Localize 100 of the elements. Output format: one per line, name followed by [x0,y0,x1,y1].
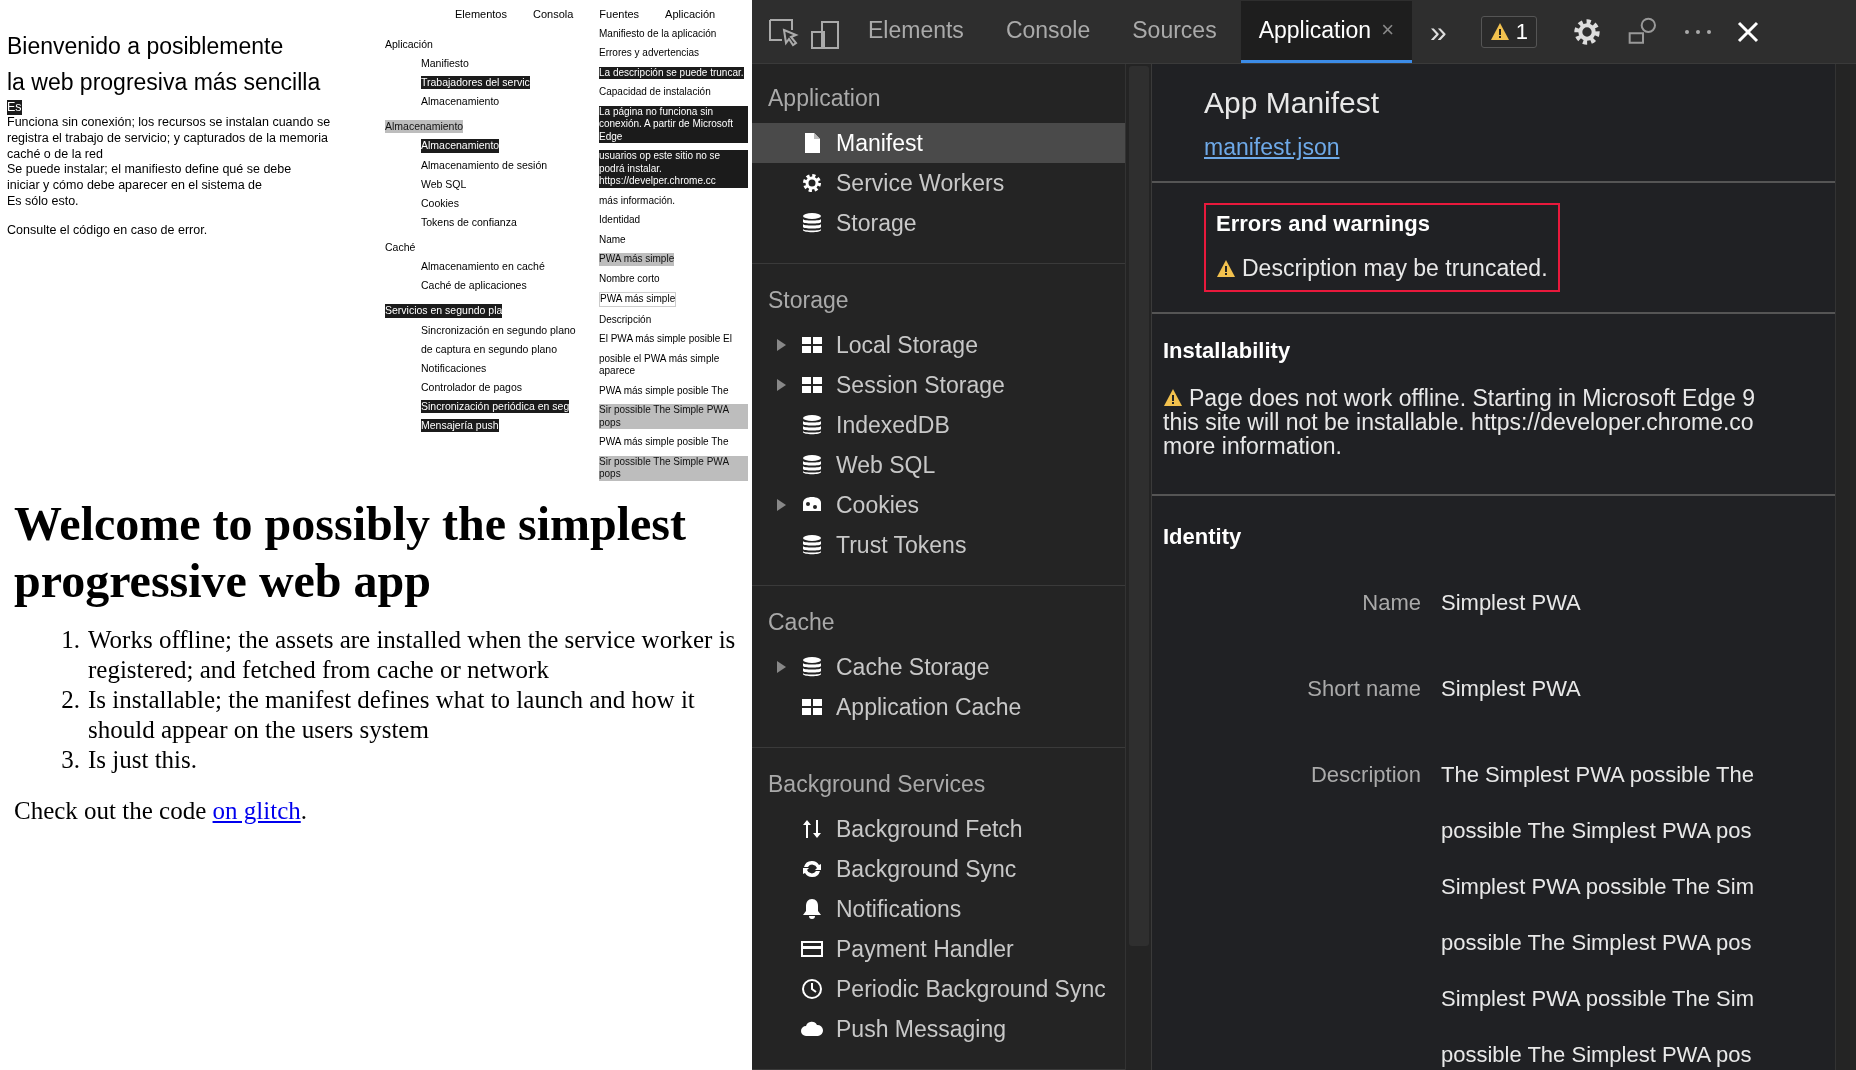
devtools-tab[interactable]: Application × [1240,0,1413,63]
translation-label: de captura en segundo plano [421,342,558,356]
field-value: Simplest PWA possible The Sim [1441,873,1755,901]
translation-label: La descripción se puede truncar. [599,66,744,80]
field-value: Simplest PWA possible The Sim [1441,985,1755,1013]
translation-label: Fuentes [599,8,640,22]
devtools-tab[interactable]: Console [987,0,1109,63]
section-heading: Installability [1163,338,1292,364]
field-value: The Simplest PWA possible The [1441,761,1755,789]
translation-label: Descripción [599,313,652,327]
translation-label: Name [599,233,626,247]
devtools-tab[interactable]: Elements [850,0,982,63]
translation-label: Consulte el código en caso de error. [7,223,208,239]
more-tabs-icon[interactable]: » [1418,14,1459,49]
sidebar-section-title: Storage [767,286,850,315]
warning-badge[interactable]: 1 [1480,15,1537,48]
devtools-tab[interactable]: Sources [1114,0,1235,63]
up-down-arrows-icon [800,817,824,841]
more-options-icon[interactable] [1682,27,1713,36]
translation-label: Caché [385,241,416,255]
translation-label: Servicios en segundo pla [385,304,503,318]
translation-label: Consola [533,8,574,22]
close-tab-icon[interactable]: × [1381,17,1395,43]
translation-label: Sir possible The Simple PWA pops [599,455,748,481]
database-icon [800,211,824,235]
clock-icon [800,977,824,1001]
sidebar-item[interactable]: Local Storage [752,325,1125,365]
sidebar-item[interactable]: Notifications [752,889,1125,929]
translation-label: Aplicación [665,8,716,22]
section-heading: Identity [1163,524,1243,550]
translation-label: Mensajería push [421,419,499,433]
translation-label: Aplicación [385,37,433,51]
field-label: Name [1361,589,1421,617]
sidebar-item[interactable]: Background Sync [752,849,1125,889]
sidebar-item[interactable]: Storage [752,203,1125,243]
translation-label: Se puede instalar; el manifiesto define qué se debe [7,162,292,178]
sidebar-item[interactable]: Push Messaging [752,1009,1125,1049]
panel-title: App Manifest [1204,86,1381,120]
sidebar-item[interactable]: IndexedDB [752,405,1125,445]
sidebar-section-title: Background Services [767,770,987,799]
section-heading: Errors and warnings [1216,211,1431,237]
gear-icon [800,171,824,195]
glitch-link[interactable]: on glitch [212,796,301,824]
sidebar-item[interactable]: Application Cache [752,687,1125,727]
translation-label: Caché de aplicaciones [421,279,527,293]
translation-label: Almacenamiento de sesión [421,158,548,172]
footer-sentence: Check out the code on glitch. [14,796,308,825]
translation-label: Sincronización en segundo plano [421,323,576,337]
translation-label: usuarios op este sitio no se podrá instalar. https://develper.chrome.cc [599,150,748,188]
database-icon [800,533,824,557]
sidebar-item[interactable]: Web SQL [752,445,1125,485]
field-value: Simplest PWA [1441,675,1581,703]
sidebar-item[interactable]: Service Workers [752,163,1125,203]
sidebar-item[interactable]: Background Fetch [752,809,1125,849]
translation-label: El PWA más simple posible El [599,333,732,346]
expand-arrow-icon[interactable] [774,378,788,392]
manifest-link[interactable]: manifest.json [1204,134,1340,161]
expand-arrow-icon[interactable] [774,498,788,512]
expand-arrow-icon[interactable] [774,338,788,352]
translation-label: Tokens de confianza [421,215,517,229]
translation-label: Manifiesto [421,56,469,70]
translation-label: Web SQL [421,177,467,191]
translation-label: PWA más simple [599,292,677,307]
translation-label: Trabajadores del servic [421,76,530,90]
sidebar-item[interactable]: Periodic Background Sync [752,969,1125,1009]
translation-label: posible el PWA más simple aparece [599,352,721,378]
close-icon[interactable] [1736,20,1759,43]
installability-message: more information. [1163,434,1342,458]
sidebar-item[interactable]: Payment Handler [752,929,1125,969]
list-number: 2. [60,684,80,715]
translation-label: PWA más simple posible The [599,384,729,398]
translation-label: Almacenamiento [385,120,464,134]
sidebar-item[interactable]: Cookies [752,485,1125,525]
translation-label: Sir possible The Simple PWA pops [599,404,748,430]
expand-arrow-icon[interactable] [774,660,788,674]
list-number: 1. [60,624,80,655]
list-item-text: Works offline; the assets are installed when the service worker is registered; and fetched from cache or network [88,624,737,685]
translation-label: Controlador de pagos [421,380,522,394]
sidebar-item[interactable]: Session Storage [752,365,1125,405]
translation-label: Es sólo esto. [7,193,79,210]
translation-label: Almacenamiento [421,139,500,153]
translation-label: registra el trabajo de servicio; y capturados de la memoria [7,131,328,147]
translation-label: Nombre corto [599,272,660,286]
database-icon [800,655,824,679]
translation-label: Errores y advertencias [599,47,700,60]
translation-label: Almacenamiento en caché [421,260,545,274]
translation-label: Almacenamiento [421,95,500,109]
field-value: Simplest PWA [1441,589,1581,617]
sidebar-item[interactable]: Manifest [752,123,1125,163]
installability-message: this site will not be installable. https://developer.chrome.co [1163,410,1754,434]
field-value: possible The Simplest PWA pos [1441,929,1753,957]
bell-icon [800,897,824,921]
translation-label: PWA más simple posible The [599,436,729,449]
sidebar-item[interactable]: Cache Storage [752,647,1125,687]
translation-label: Sincronización periódica en seg [421,400,570,414]
field-label: Short name [1306,675,1421,703]
field-value: possible The Simplest PWA pos [1441,1041,1753,1069]
sidebar-item[interactable]: Trust Tokens [752,525,1125,565]
translation-label: iniciar y cómo debe aparecer en el sistema de [7,177,262,194]
warning-message: Description may be truncated. [1242,255,1548,282]
